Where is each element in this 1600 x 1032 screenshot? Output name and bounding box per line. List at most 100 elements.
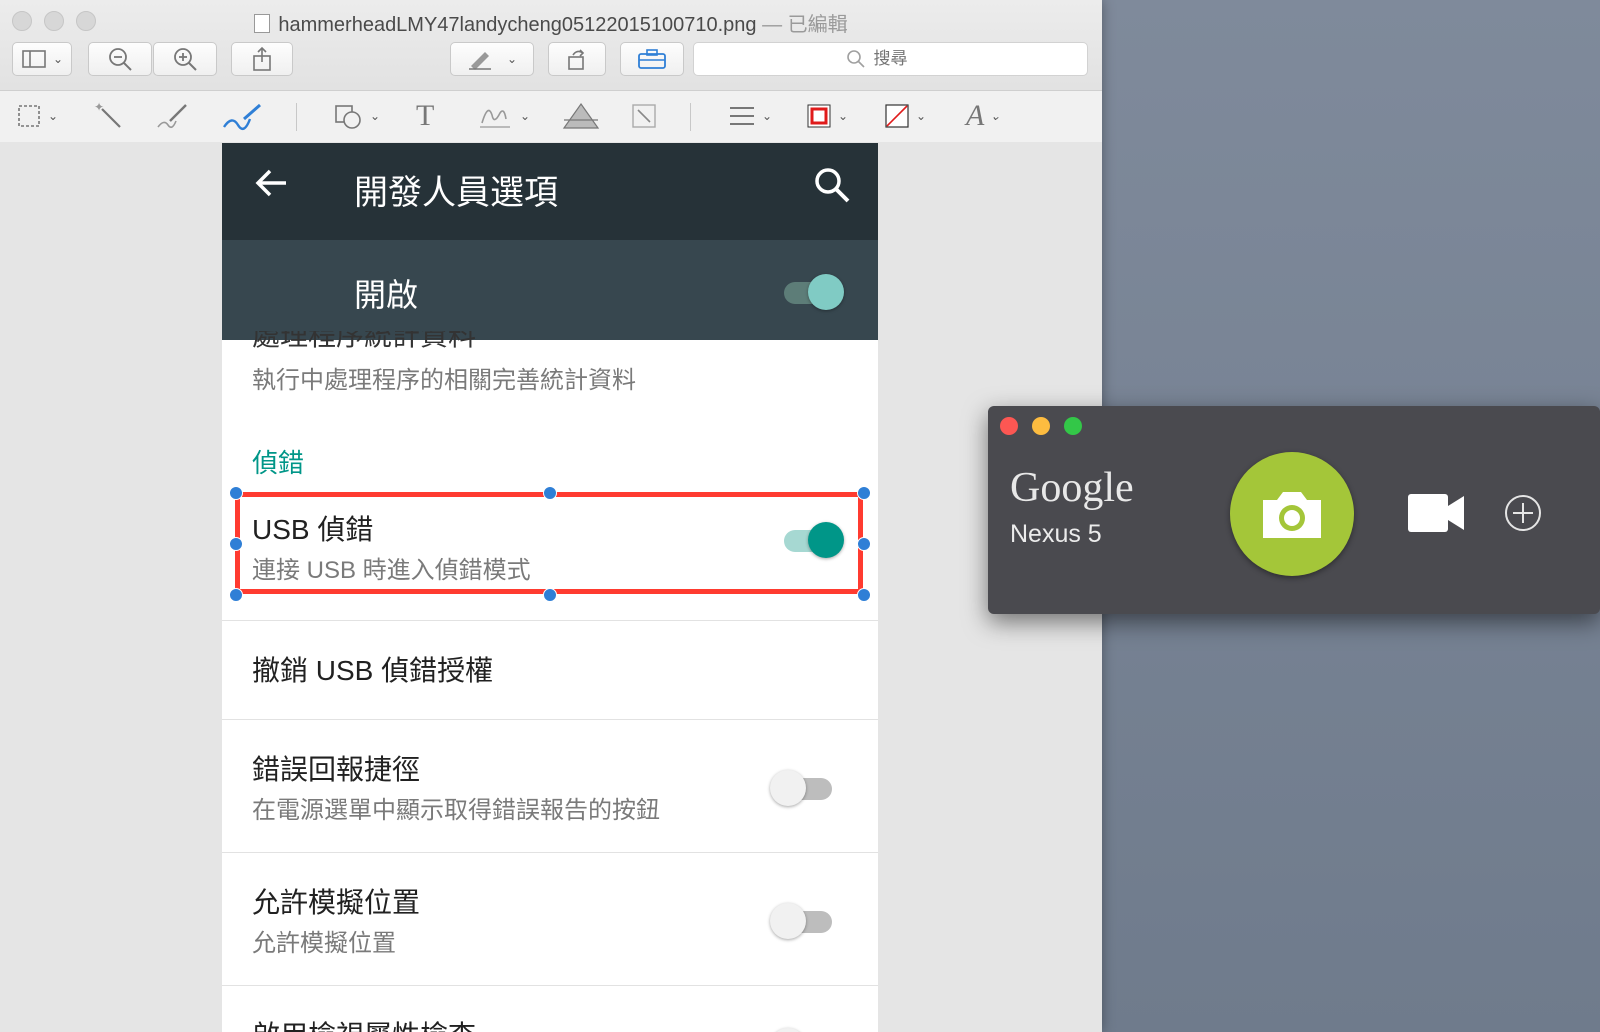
fill-color-icon xyxy=(885,104,909,128)
search-icon[interactable] xyxy=(812,165,852,210)
document-icon xyxy=(254,14,271,33)
font-icon: A xyxy=(966,99,985,132)
signature-icon xyxy=(480,109,510,128)
view-attribute-toggle[interactable] xyxy=(770,1024,834,1032)
sidebar-button[interactable]: ⌄ xyxy=(12,42,72,76)
text-tool[interactable]: T xyxy=(416,99,434,133)
pen-icon xyxy=(468,52,491,70)
zoom-in-button[interactable] xyxy=(153,42,217,76)
zoom-out-button[interactable] xyxy=(88,42,152,76)
sidebar-icon xyxy=(22,50,46,68)
search-field[interactable] xyxy=(693,42,1088,76)
instant-alpha-tool[interactable]: ✦ xyxy=(94,99,124,133)
bug-report-toggle[interactable] xyxy=(770,766,834,806)
minimize-window-button[interactable] xyxy=(1032,417,1050,435)
markup-toolbar: ⌄ ✦ ⌄ T ⌄ ⌄ ⌄ ⌄ A ⌄ xyxy=(0,90,1102,143)
camera-icon xyxy=(1263,492,1321,538)
list-item-revoke-usb-auth[interactable]: 撤銷 USB 偵錯授權 xyxy=(222,621,878,719)
zoom-window-button[interactable] xyxy=(1064,417,1082,435)
brand-name: Google xyxy=(1010,465,1134,511)
chevron-down-icon: ⌄ xyxy=(762,109,773,123)
rotate-button[interactable] xyxy=(548,42,606,76)
resize-icon xyxy=(632,104,656,128)
annotation-rectangle[interactable] xyxy=(235,492,863,594)
resize-handle[interactable] xyxy=(857,588,871,602)
back-arrow-icon[interactable] xyxy=(252,163,292,213)
resize-handle[interactable] xyxy=(229,588,243,602)
search-input[interactable] xyxy=(871,48,936,70)
adjust-size-tool[interactable] xyxy=(630,99,658,133)
text-icon: T xyxy=(416,99,435,132)
screenshot-button[interactable] xyxy=(1230,452,1354,576)
list-item-subtitle: 允許模擬位置 xyxy=(252,930,396,957)
border-color-tool[interactable]: ⌄ xyxy=(806,99,848,133)
list-item-mock-location[interactable]: 允許模擬位置 允許模擬位置 xyxy=(222,853,878,985)
svg-text:✦: ✦ xyxy=(94,101,104,114)
share-icon xyxy=(253,46,271,71)
resize-handle[interactable] xyxy=(543,588,557,602)
chevron-down-icon: ⌄ xyxy=(48,109,59,123)
sketch-icon xyxy=(157,104,187,129)
line-style-icon xyxy=(730,107,754,125)
chevron-down-icon: ⌄ xyxy=(520,109,531,123)
toolbar-separator xyxy=(296,103,297,131)
rotate-icon xyxy=(568,49,585,70)
share-button[interactable] xyxy=(231,42,293,76)
resize-handle[interactable] xyxy=(857,537,871,551)
resize-handle[interactable] xyxy=(857,486,871,500)
list-item-view-attribute-inspection[interactable]: 啟用檢視屬性檢查 xyxy=(222,986,878,1032)
fill-color-tool[interactable]: ⌄ xyxy=(884,99,926,133)
sketch-tool[interactable] xyxy=(156,99,188,133)
device-name: Nexus 5 xyxy=(1010,520,1102,548)
chevron-down-icon: ⌄ xyxy=(506,52,518,66)
list-item-title: 啟用檢視屬性檢查 xyxy=(252,1014,476,1032)
list-item-title: 撤銷 USB 偵錯授權 xyxy=(252,655,494,686)
toolbox-icon xyxy=(638,49,666,69)
chevron-down-icon: ⌄ xyxy=(838,109,849,123)
adjust-color-icon xyxy=(562,102,600,129)
video-camera-icon xyxy=(1408,494,1464,532)
master-switch-label: 開啟 xyxy=(354,277,419,313)
preview-window: hammerheadLMY47landycheng05122015100710.… xyxy=(0,0,1102,1032)
text-style-tool[interactable]: A ⌄ xyxy=(966,99,1000,133)
capture-app-window: Google Nexus 5 xyxy=(988,406,1600,614)
draw-tool[interactable] xyxy=(222,99,262,133)
chevron-down-icon: ⌄ xyxy=(916,109,927,123)
chevron-down-icon: ⌄ xyxy=(370,109,381,123)
list-item-title: 允許模擬位置 xyxy=(252,887,421,918)
selection-icon xyxy=(18,105,40,127)
resize-handle[interactable] xyxy=(229,486,243,500)
record-video-button[interactable] xyxy=(1406,492,1466,539)
section-header-debug: 偵錯 xyxy=(252,448,305,478)
draw-icon xyxy=(223,103,261,131)
close-window-button[interactable] xyxy=(1000,417,1018,435)
selection-tool[interactable]: ⌄ xyxy=(16,99,58,133)
shape-style-tool[interactable]: ⌄ xyxy=(728,99,772,133)
chevron-down-icon: ⌄ xyxy=(52,52,64,66)
adjust-color-tool[interactable] xyxy=(562,99,600,133)
border-color-icon xyxy=(807,104,831,128)
resize-handle[interactable] xyxy=(229,537,243,551)
mock-location-toggle[interactable] xyxy=(770,899,834,939)
markup-toolbar-button[interactable] xyxy=(620,42,684,76)
toolbar-separator xyxy=(690,103,691,131)
search-icon xyxy=(846,50,865,68)
resize-handle[interactable] xyxy=(543,486,557,500)
window-filename: hammerheadLMY47landycheng05122015100710.… xyxy=(278,14,757,36)
list-item-bug-report-shortcut[interactable]: 錯誤回報捷徑 在電源選單中顯示取得錯誤報告的按鈕 xyxy=(222,720,878,852)
markup-pen-button[interactable]: ⌄ xyxy=(450,42,534,76)
list-item-title: 錯誤回報捷徑 xyxy=(252,754,421,785)
window-title: hammerheadLMY47landycheng05122015100710.… xyxy=(0,8,1102,37)
cut-off-title: 處理程序統計資料 xyxy=(252,331,477,351)
add-device-button[interactable] xyxy=(1503,493,1543,538)
plus-circle-icon xyxy=(1505,495,1541,531)
zoom-out-icon xyxy=(109,48,132,71)
shapes-icon xyxy=(335,105,361,129)
android-app-bar: 開發人員選項 xyxy=(222,143,878,240)
zoom-in-icon xyxy=(174,48,197,71)
master-switch-bar[interactable]: 開啟 xyxy=(222,240,878,340)
master-switch-toggle[interactable] xyxy=(782,270,846,310)
chevron-down-icon: ⌄ xyxy=(990,108,1001,123)
shapes-tool[interactable]: ⌄ xyxy=(334,99,380,133)
signature-tool[interactable]: ⌄ xyxy=(478,99,530,133)
